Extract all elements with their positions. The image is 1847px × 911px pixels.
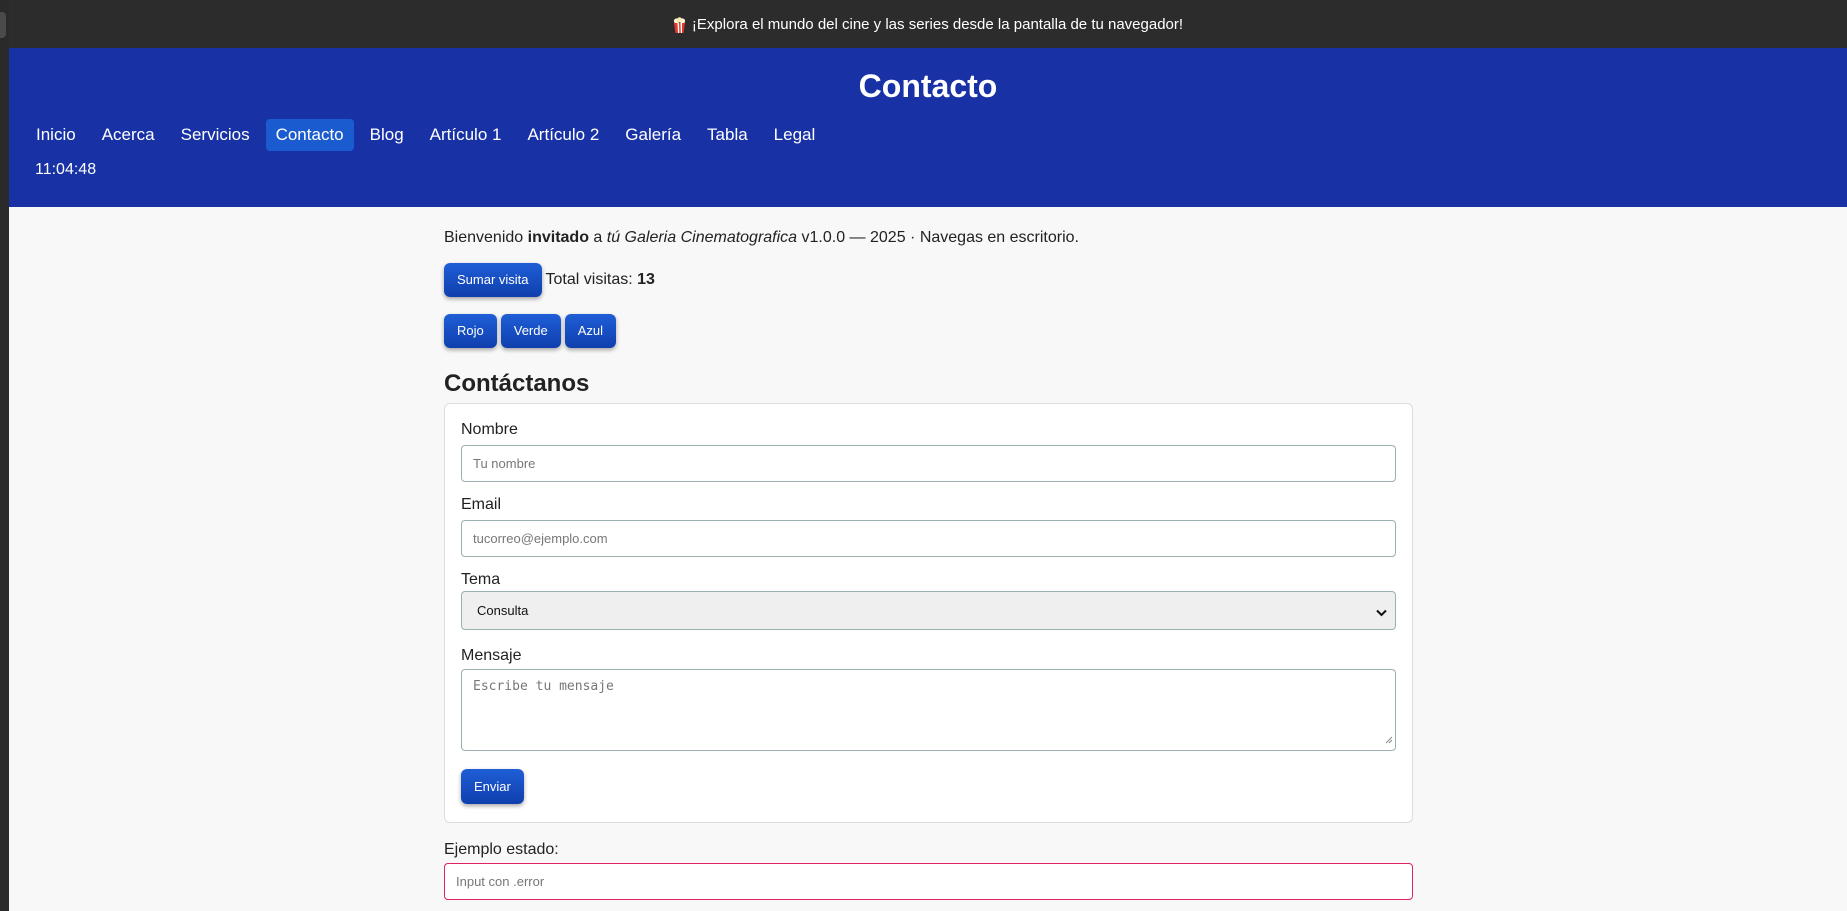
nav-item-acerca[interactable]: Acerca: [92, 119, 165, 151]
nav-item-galeria[interactable]: Galería: [615, 119, 691, 151]
nav-item-legal[interactable]: Legal: [764, 119, 826, 151]
left-window-edge: [0, 0, 9, 911]
nav-item-blog[interactable]: Blog: [360, 119, 414, 151]
nav-item-articulo-1[interactable]: Artículo 1: [420, 119, 512, 151]
nav-item-servicios[interactable]: Servicios: [171, 119, 260, 151]
email-label: Email: [461, 496, 502, 513]
red-button[interactable]: Rojo: [444, 314, 497, 348]
welcome-site-name: tú Galeria Cinematografica: [606, 229, 798, 246]
message-field[interactable]: Escribe tu mensaje: [461, 669, 1396, 751]
visit-counter: Sumar visita Total visitas: 13: [444, 263, 655, 297]
topic-label: Tema: [461, 571, 501, 588]
welcome-middle: a: [588, 229, 607, 246]
email-field[interactable]: [461, 520, 1396, 557]
nav-item-inicio[interactable]: Inicio: [26, 119, 86, 151]
page-header: Contacto Inicio Acerca Servicios Contact…: [9, 48, 1847, 207]
message-placeholder: Escribe tu mensaje: [473, 679, 614, 694]
visit-count-prefix: Total visitas:: [545, 271, 638, 288]
announcement-bar: ¡Explora el mundo del cine y las series …: [9, 0, 1847, 48]
welcome-user: invitado: [527, 229, 589, 246]
message-label: Mensaje: [461, 647, 522, 664]
send-button[interactable]: Enviar: [461, 769, 524, 804]
name-label: Nombre: [461, 421, 518, 438]
main-nav: Inicio Acerca Servicios Contacto Blog Ar…: [26, 119, 825, 151]
window-tab-handle[interactable]: [0, 12, 6, 38]
nav-item-contacto[interactable]: Contacto: [265, 119, 354, 151]
visit-count-value: 13: [637, 271, 655, 288]
page-title: Contacto: [858, 68, 998, 104]
topic-selected-value: Consulta: [477, 603, 529, 618]
contact-form: Nombre Email Tema Consulta Mensaje Escri…: [444, 403, 1413, 823]
welcome-prefix: Bienvenido: [444, 229, 528, 246]
welcome-message: Bienvenido invitado a tú Galeria Cinemat…: [444, 229, 1079, 247]
green-button[interactable]: Verde: [500, 314, 561, 348]
nav-item-articulo-2[interactable]: Artículo 2: [517, 119, 609, 151]
nav-item-tabla[interactable]: Tabla: [697, 119, 758, 151]
popcorn-icon: [673, 17, 686, 33]
add-visit-button[interactable]: Sumar visita: [444, 263, 542, 297]
status-example-label: Ejemplo estado:: [444, 841, 559, 858]
error-example-input[interactable]: [444, 863, 1413, 900]
color-buttons: Rojo Verde Azul: [444, 314, 617, 348]
name-field[interactable]: [461, 445, 1396, 482]
visit-count-label: Total visitas: 13: [546, 271, 655, 289]
resize-grip-icon[interactable]: [1384, 733, 1393, 748]
contact-section-title: Contáctanos: [444, 370, 590, 397]
blue-button[interactable]: Azul: [564, 314, 617, 348]
topic-select[interactable]: Consulta: [461, 591, 1396, 630]
clock: 11:04:48: [35, 161, 97, 178]
announcement-text: ¡Explora el mundo del cine y las series …: [691, 15, 1184, 33]
chevron-down-icon: [1376, 605, 1387, 620]
welcome-suffix: v1.0.0 — 2025 · Navegas en escritorio.: [797, 229, 1079, 246]
